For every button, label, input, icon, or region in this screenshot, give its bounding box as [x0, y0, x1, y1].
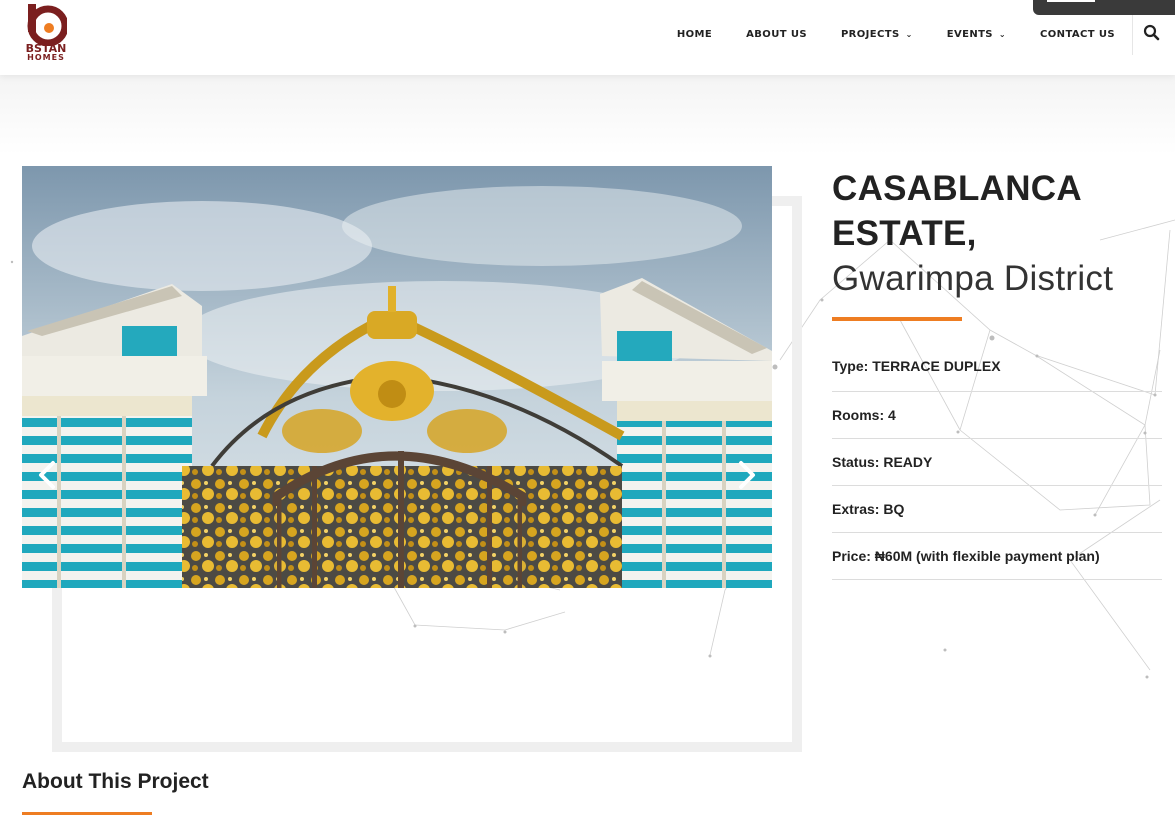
- project-details: CASABLANCA ESTATE, Gwarimpa District Typ…: [832, 166, 1162, 580]
- title-accent-rule: [832, 317, 962, 321]
- about-heading: About This Project: [22, 770, 209, 793]
- project-location: Gwarimpa District: [832, 259, 1114, 298]
- top-tab-bar: [1047, 0, 1095, 2]
- nav-about-us[interactable]: ABOUT US: [746, 29, 807, 40]
- search-icon: [1143, 24, 1160, 41]
- hero-band: [0, 75, 1175, 155]
- project-title-line-1: CASABLANCA: [832, 169, 1082, 208]
- nav-projects[interactable]: PROJECTS ⌄: [841, 29, 913, 40]
- spec-extras: Extras: BQ: [832, 486, 1162, 533]
- nav-events[interactable]: EVENTS ⌄: [947, 29, 1006, 40]
- logo-mark: [27, 4, 67, 46]
- nav-about-us-label: ABOUT US: [746, 28, 807, 40]
- logo-line-2: HOMES: [27, 53, 65, 62]
- nav-home-label: HOME: [676, 28, 713, 40]
- about-accent-rule: [22, 812, 152, 815]
- spec-rooms: Rooms: 4: [832, 392, 1162, 439]
- top-utility-tab[interactable]: [1033, 0, 1175, 15]
- spec-type: Type: TERRACE DUPLEX: [832, 349, 1162, 392]
- nav-divider: [1132, 15, 1133, 55]
- slider-next-button[interactable]: [736, 460, 758, 490]
- spec-list: Type: TERRACE DUPLEX Rooms: 4 Status: RE…: [832, 349, 1162, 580]
- logo[interactable]: BSTAN HOMES: [22, 4, 70, 66]
- chevron-down-icon: ⌄: [998, 29, 1007, 39]
- image-slider[interactable]: [22, 166, 772, 588]
- spec-status: Status: READY: [832, 439, 1162, 486]
- nav-contact-us[interactable]: CONTACT US: [1040, 29, 1115, 40]
- nav-home[interactable]: HOME: [677, 29, 712, 40]
- search-button[interactable]: [1141, 22, 1163, 44]
- chevron-right-icon: [739, 461, 755, 489]
- slider-prev-button[interactable]: [36, 460, 58, 490]
- logo-line-1: BSTAN: [25, 42, 67, 55]
- gallery-image: [22, 166, 772, 588]
- logo-text: BSTAN HOMES: [22, 42, 70, 62]
- nav-events-label: EVENTS: [946, 28, 993, 40]
- chevron-left-icon: [39, 461, 55, 489]
- spec-price: Price: ₦60M (with flexible payment plan): [832, 533, 1162, 580]
- nav-contact-us-label: CONTACT US: [1040, 28, 1115, 40]
- nav-projects-label: PROJECTS: [840, 28, 900, 40]
- project-title-line-2: ESTATE,: [832, 214, 977, 253]
- site-header: BSTAN HOMES HOME ABOUT US PROJECTS ⌄ EVEN…: [0, 0, 1175, 75]
- chevron-down-icon: ⌄: [905, 29, 913, 39]
